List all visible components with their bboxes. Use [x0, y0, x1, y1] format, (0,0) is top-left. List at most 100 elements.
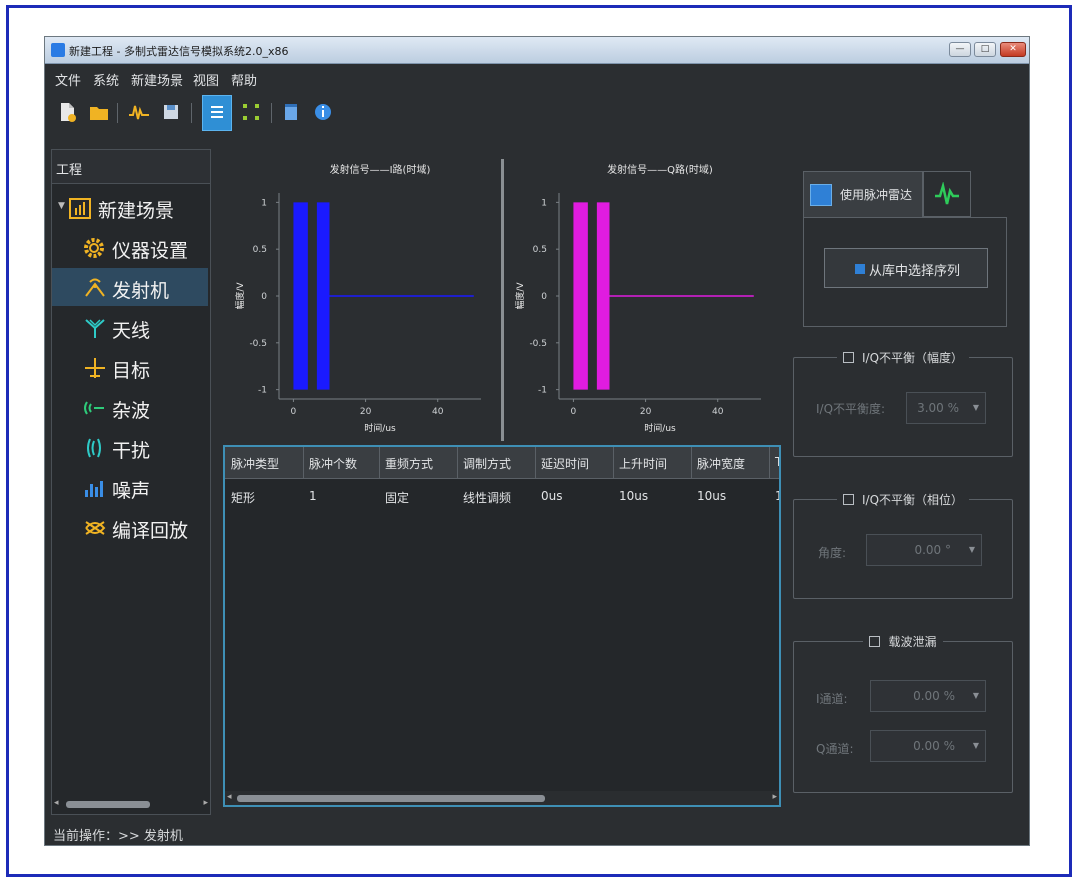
pulse-radar-pane: 从库中选择序列: [803, 217, 1007, 327]
aircraft-icon: [82, 356, 108, 380]
tree-item-noise[interactable]: 噪声: [52, 468, 208, 506]
tree-item-compile-replay[interactable]: 编译回放: [52, 508, 208, 546]
pulse-band: [596, 202, 610, 390]
chart-title: 发射信号——I路(时域): [330, 163, 431, 176]
list-view-icon[interactable]: [205, 99, 229, 125]
x-axis-label: 时间/us: [644, 422, 676, 434]
table-cell[interactable]: 固定: [385, 489, 409, 506]
iq-phase-checkbox[interactable]: [842, 494, 854, 505]
tree-horizontal-scrollbar[interactable]: ◂ ▸: [54, 798, 208, 810]
menu-new-scene[interactable]: 新建场景: [131, 70, 183, 89]
chart-svg: 发射信号——Q路(时域) 1 0.5 0 -0.5 -1 0 20 40 时间/us 幅度/V: [514, 163, 761, 434]
iq-amplitude-checkbox[interactable]: [842, 352, 854, 363]
chevron-down-icon[interactable]: ▼: [973, 741, 979, 750]
table-cell[interactable]: 矩形: [231, 489, 255, 506]
i-channel-spinbox[interactable]: 0.00 % ▼: [870, 680, 986, 712]
chevron-down-icon[interactable]: ▼: [969, 545, 975, 554]
tree-item-clutter[interactable]: 杂波: [52, 388, 208, 426]
y-tick-label: 0: [541, 292, 547, 302]
y-tick-label: 0: [261, 292, 267, 302]
column-header[interactable]: 脉冲宽度: [697, 455, 745, 472]
y-tick-label: 0.5: [533, 245, 547, 255]
select-from-library-button[interactable]: 从库中选择序列: [824, 248, 988, 288]
toolbar-separator: [271, 103, 272, 123]
pulse-band: [316, 202, 330, 390]
chart-divider: [501, 159, 504, 441]
carrier-leakage-checkbox[interactable]: [869, 636, 881, 647]
iq-amplitude-group: I/Q不平衡（幅度） I/Q不平衡度: 3.00 % ▼: [793, 349, 1013, 457]
table-cell[interactable]: 1: [775, 489, 779, 503]
save-icon[interactable]: [159, 99, 183, 125]
info-icon[interactable]: [311, 99, 335, 125]
menu-help[interactable]: 帮助: [231, 70, 257, 89]
y-axis-label: 幅度/V: [514, 282, 526, 310]
document-icon[interactable]: [279, 99, 303, 125]
tree-item-label: 天线: [112, 320, 151, 342]
table-cell[interactable]: 10us: [619, 489, 648, 503]
tree-item-instrument-settings[interactable]: 仪器设置: [52, 228, 208, 266]
group-title: I/Q不平衡（幅度）: [861, 351, 964, 365]
scrollbar-thumb[interactable]: [237, 795, 545, 802]
new-file-icon[interactable]: [55, 99, 79, 125]
y-tick-label: -0.5: [249, 339, 267, 349]
tree-item-transmitter[interactable]: 发射机: [52, 268, 208, 306]
chevron-down-icon[interactable]: ▼: [973, 403, 979, 412]
column-header[interactable]: 上升时间: [619, 455, 667, 472]
field-label: I通道:: [816, 692, 848, 706]
table-header: 脉冲类型 脉冲个数 重频方式 调制方式 延迟时间 上升时间 脉冲宽度 T: [225, 447, 779, 479]
q-channel-spinbox[interactable]: 0.00 % ▼: [870, 730, 986, 762]
scrollbar-thumb[interactable]: [66, 801, 150, 808]
column-header[interactable]: 延迟时间: [541, 455, 589, 472]
group-title: I/Q不平衡（相位）: [861, 493, 964, 507]
gear-icon: [82, 236, 108, 260]
tree-item-antenna[interactable]: 天线: [52, 308, 208, 346]
column-header[interactable]: 重频方式: [385, 455, 433, 472]
status-text: 当前操作：>> 发射机: [53, 829, 183, 844]
y-tick-label: -0.5: [529, 339, 547, 349]
grid-view-icon[interactable]: [239, 99, 263, 125]
table-cell[interactable]: 0us: [541, 489, 563, 503]
tab-pulse-radar[interactable]: 使用脉冲雷达: [803, 171, 923, 217]
jamming-icon: [82, 436, 108, 460]
clutter-icon: [82, 396, 108, 420]
menu-file[interactable]: 文件: [55, 70, 81, 89]
maximize-button[interactable]: □: [974, 42, 996, 57]
iq-phase-group: I/Q不平衡（相位） 角度: 0.00 ° ▼: [793, 491, 1013, 599]
table-cell[interactable]: 10us: [697, 489, 726, 503]
tree-item-label: 仪器设置: [112, 240, 189, 262]
menu-bar: 文件 系统 新建场景 视图 帮助: [45, 64, 1029, 90]
column-header[interactable]: 脉冲类型: [231, 455, 279, 472]
tree-root-new-scene[interactable]: ▼ 新建场景: [52, 188, 208, 226]
close-button[interactable]: ✕: [1000, 42, 1026, 57]
y-tick-label: -1: [258, 386, 267, 396]
x-axis-label: 时间/us: [364, 422, 396, 434]
waveform-icon[interactable]: [127, 99, 151, 125]
minimize-button[interactable]: —: [949, 42, 971, 57]
tree-item-target[interactable]: 目标: [52, 348, 208, 386]
menu-view[interactable]: 视图: [193, 70, 219, 89]
tab-waveform[interactable]: [923, 171, 971, 217]
project-tree-panel: 工程 ▼ 新建场景 仪器设置 发射机 天线 目标 杂波 干扰 噪声 编译回放 ◂…: [51, 149, 211, 815]
tree-expand-arrow-icon[interactable]: ▼: [58, 201, 65, 211]
phase-angle-spinbox[interactable]: 0.00 ° ▼: [866, 534, 982, 566]
chevron-down-icon[interactable]: ▼: [973, 691, 979, 700]
pulse-band: [293, 202, 308, 390]
column-header[interactable]: 脉冲个数: [309, 455, 357, 472]
x-tick-label: 20: [640, 407, 652, 417]
table-horizontal-scrollbar[interactable]: ◂ ▸: [225, 791, 779, 805]
chart-title: 发射信号——Q路(时域): [607, 163, 713, 176]
table-cell[interactable]: 1: [309, 489, 317, 503]
replay-icon: [82, 516, 108, 540]
tree-item-jamming[interactable]: 干扰: [52, 428, 208, 466]
column-header[interactable]: T: [775, 455, 779, 469]
pulse-band: [573, 202, 588, 390]
field-label: I/Q不平衡度:: [816, 402, 886, 416]
table-cell[interactable]: 线性调频: [463, 489, 511, 506]
iq-imbalance-spinbox[interactable]: 3.00 % ▼: [906, 392, 986, 424]
field-label: 角度:: [818, 546, 847, 560]
antenna-icon: [82, 316, 108, 340]
column-header[interactable]: 调制方式: [463, 455, 511, 472]
library-icon: [855, 264, 865, 274]
menu-system[interactable]: 系统: [93, 70, 119, 89]
open-folder-icon[interactable]: [87, 99, 111, 125]
